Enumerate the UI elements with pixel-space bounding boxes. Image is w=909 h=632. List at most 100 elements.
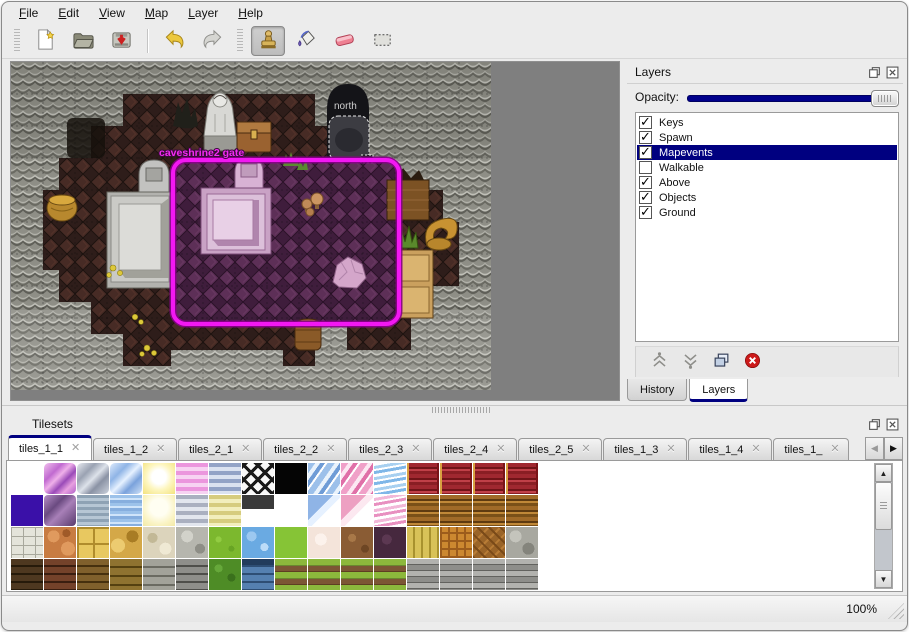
tile-swatch-gray-brick[interactable] — [176, 559, 208, 590]
tile-swatch-beige-pebble[interactable] — [143, 527, 175, 558]
splitter-grip[interactable] — [432, 407, 492, 413]
tile-swatch-gray-crystal[interactable] — [77, 463, 109, 494]
tab-close-icon[interactable] — [830, 445, 838, 455]
scrollbar-thumb[interactable] — [875, 482, 892, 530]
tile-swatch-blue-diag[interactable] — [308, 463, 340, 494]
float-panel-button[interactable] — [867, 417, 881, 431]
tile-swatch-yellow-stripes[interactable] — [209, 495, 241, 526]
map-canvas[interactable]: north — [11, 62, 491, 390]
layer-visibility-checkbox[interactable] — [639, 206, 652, 219]
tile-swatch-brown-stripe[interactable] — [473, 495, 505, 526]
menu-item[interactable]: Layer — [179, 4, 227, 22]
layer-visibility-checkbox[interactable] — [639, 131, 652, 144]
tile-swatch-blue-corner[interactable] — [308, 495, 340, 526]
tile-swatch-grass-dirt-rows[interactable] — [374, 559, 406, 590]
layer-row[interactable]: Ground — [637, 205, 897, 220]
dock-tab[interactable]: Layers — [689, 379, 748, 402]
eraser-tool-button[interactable] — [327, 26, 361, 56]
layer-visibility-checkbox[interactable] — [639, 146, 652, 159]
move-layer-up-button[interactable] — [650, 351, 669, 373]
tile-swatch-gray-stones[interactable] — [506, 527, 538, 558]
tile-swatch-brown-herringbone[interactable] — [473, 527, 505, 558]
scroll-down-arrow-icon[interactable]: ▼ — [875, 570, 892, 588]
tile-swatch-gray-brick-rows[interactable] — [407, 559, 439, 590]
move-layer-down-button[interactable] — [681, 351, 700, 373]
tileset-tab[interactable]: tiles_2_4 — [433, 438, 517, 460]
tile-swatch-gold-stone-wall[interactable] — [110, 559, 142, 590]
delete-layer-button[interactable] — [743, 351, 762, 373]
tile-swatch-orange-cobble[interactable] — [44, 527, 76, 558]
tile-swatch-yellow-glow[interactable] — [143, 463, 175, 494]
tileset-tab[interactable]: tiles_1_ — [773, 438, 849, 460]
fill-tool-button[interactable] — [289, 26, 323, 56]
tile-swatch-bluegray-stripes[interactable] — [209, 463, 241, 494]
select-tool-button[interactable] — [365, 26, 399, 56]
tile-swatch-pale-pink[interactable] — [308, 527, 340, 558]
tileset-tab[interactable]: tiles_1_3 — [603, 438, 687, 460]
tab-close-icon[interactable] — [71, 444, 81, 454]
tileset-tab[interactable]: tiles_1_2 — [93, 438, 177, 460]
tab-close-icon[interactable] — [751, 445, 761, 455]
tile-swatch-gray-stone-wall[interactable] — [143, 559, 175, 590]
tile-swatch-pink-zigzag[interactable] — [374, 495, 406, 526]
tab-close-icon[interactable] — [666, 445, 676, 455]
tile-swatch-blue-brick[interactable] — [242, 559, 274, 590]
tile-swatch-gold-stone[interactable] — [110, 527, 142, 558]
layer-row[interactable]: Keys — [637, 115, 897, 130]
tile-swatch-indigo[interactable] — [11, 495, 43, 526]
tile-swatch-pink-corner[interactable] — [341, 495, 373, 526]
tile-swatch-brown-brick[interactable] — [77, 559, 109, 590]
tile-swatch-grass-dirt-rows[interactable] — [341, 559, 373, 590]
tileset-tab[interactable]: tiles_1_1 — [8, 435, 92, 460]
tile-swatch-black[interactable] — [275, 463, 307, 494]
tile-swatch-grayblue-water[interactable] — [77, 495, 109, 526]
tile-swatch-red-carpet[interactable] — [473, 463, 505, 494]
tile-swatch-orange-weave[interactable] — [440, 527, 472, 558]
tab-scroll-left-button[interactable]: ◀ — [865, 437, 884, 460]
tileset-tab[interactable]: tiles_2_3 — [348, 438, 432, 460]
tile-swatch-empty[interactable] — [275, 495, 307, 526]
tile-swatch-lattice[interactable] — [242, 463, 274, 494]
horizontal-splitter[interactable] — [2, 403, 907, 413]
tile-swatch-white-stone[interactable] — [11, 527, 43, 558]
resize-grip[interactable] — [888, 603, 904, 619]
scroll-up-arrow-icon[interactable]: ▲ — [875, 464, 892, 482]
tile-swatch-grass-dirt-rows[interactable] — [308, 559, 340, 590]
stamp-tool-button[interactable] — [251, 26, 285, 56]
menu-item[interactable]: Edit — [49, 4, 88, 22]
duplicate-layer-button[interactable] — [712, 351, 731, 373]
tileset-grid[interactable] — [11, 463, 538, 590]
opacity-slider-handle[interactable] — [871, 90, 899, 107]
tileset-tab[interactable]: tiles_2_2 — [263, 438, 347, 460]
tile-swatch-brown-stripe[interactable] — [440, 495, 472, 526]
tab-close-icon[interactable] — [326, 445, 336, 455]
tab-close-icon[interactable] — [241, 445, 251, 455]
dock-tab[interactable]: History — [627, 379, 687, 401]
tile-swatch-brown-stripe[interactable] — [506, 495, 538, 526]
tile-swatch-pink-crystal[interactable] — [44, 463, 76, 494]
tile-swatch-grass-dirt-rows[interactable] — [275, 559, 307, 590]
tab-close-icon[interactable] — [581, 445, 591, 455]
open-map-button[interactable] — [66, 26, 100, 56]
tile-swatch-red-carpet[interactable] — [440, 463, 472, 494]
tile-swatch-pink-stripes[interactable] — [176, 463, 208, 494]
tile-swatch-bright-grass[interactable] — [275, 527, 307, 558]
tile-swatch-dark-sign[interactable] — [242, 495, 274, 526]
tile-swatch-dark-purple-floor[interactable] — [374, 527, 406, 558]
tile-swatch-green-hedge[interactable] — [209, 559, 241, 590]
tile-swatch-gray-stripes[interactable] — [176, 495, 208, 526]
tile-swatch-gray-brick-rows[interactable] — [506, 559, 538, 590]
undo-button[interactable] — [157, 26, 191, 56]
layer-visibility-checkbox[interactable] — [639, 116, 652, 129]
new-map-button[interactable] — [28, 26, 62, 56]
map-viewport[interactable]: north — [10, 61, 620, 401]
tile-swatch-blue-zigzag[interactable] — [374, 463, 406, 494]
tile-swatch-yellow-planks[interactable] — [407, 527, 439, 558]
opacity-slider[interactable] — [687, 89, 899, 105]
menu-item[interactable]: Help — [229, 4, 272, 22]
tab-close-icon[interactable] — [411, 445, 421, 455]
tileset-tab[interactable]: tiles_2_1 — [178, 438, 262, 460]
tile-swatch-pale-yellow[interactable] — [143, 495, 175, 526]
redo-button[interactable] — [195, 26, 229, 56]
tile-swatch-yellow-tile[interactable] — [77, 527, 109, 558]
